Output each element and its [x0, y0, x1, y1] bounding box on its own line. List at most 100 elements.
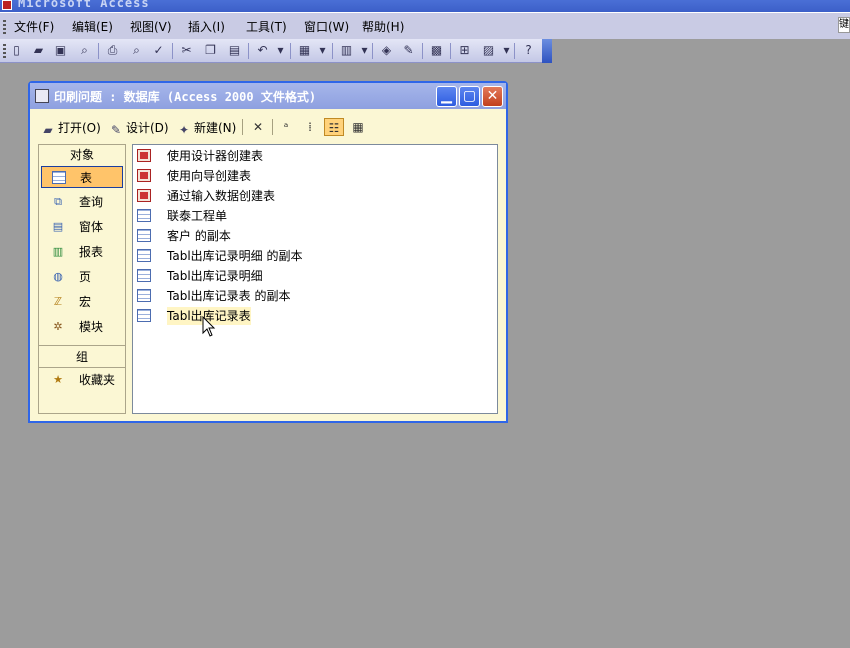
- spelling-icon[interactable]: ✓: [150, 42, 167, 59]
- object-tables[interactable]: 表: [41, 166, 123, 188]
- database-window-toolbar: ▰ 打开(O) ✎ 设计(D) ✦ 新建(N) ✕ ᵃ ⁞ ☷ ▦: [30, 109, 506, 143]
- ask-question-box[interactable]: 键: [838, 17, 850, 33]
- table-icon: [137, 229, 151, 242]
- object-list: 使用设计器创建表 使用向导创建表 通过输入数据创建表 联泰工程单 客户 的副本 …: [132, 144, 498, 414]
- pane-divider: [39, 345, 125, 346]
- close-button[interactable]: ✕: [482, 86, 503, 107]
- toolbar-separator: [372, 43, 373, 59]
- small-icons-icon[interactable]: ⁞: [300, 118, 320, 136]
- menu-bar: 文件(F) 编辑(E) 视图(V) 插入(I) 工具(T) 窗口(W) 帮助(H…: [0, 12, 850, 39]
- table-icon: [137, 289, 151, 302]
- object-modules[interactable]: ✲ 模块: [41, 316, 123, 338]
- new-object-icon[interactable]: ▨: [480, 42, 497, 59]
- copy-icon[interactable]: ❐: [202, 42, 219, 59]
- database-window: 印刷问题 : 数据库 (Access 2000 文件格式) ▁ ▢ ✕ ▰ 打开(…: [28, 81, 508, 423]
- toolbar-separator: [248, 43, 249, 59]
- print-preview-icon[interactable]: ⌕: [128, 42, 145, 59]
- open-folder-icon[interactable]: ▰: [30, 42, 47, 59]
- table-icon: [137, 209, 151, 222]
- groups-header[interactable]: 组: [39, 347, 125, 367]
- file-search-icon[interactable]: ⌕: [76, 42, 93, 59]
- details-view-icon[interactable]: ▦: [348, 118, 368, 136]
- menu-help[interactable]: 帮助(H): [360, 18, 406, 35]
- design-icon: ✎: [110, 123, 122, 137]
- toolbar-separator: [514, 43, 515, 59]
- code-icon[interactable]: ◈: [378, 42, 395, 59]
- toolbar-separator: [332, 43, 333, 59]
- app-title: Microsoft Access: [18, 0, 150, 10]
- list-view-icon[interactable]: ☷: [324, 118, 344, 136]
- analyze-icon[interactable]: ▥: [338, 42, 355, 59]
- object-forms[interactable]: ▤ 窗体: [41, 216, 123, 238]
- report-icon: ▥: [52, 245, 64, 258]
- print-icon[interactable]: ⎙: [104, 42, 121, 59]
- database-window-icon[interactable]: [35, 89, 49, 103]
- menu-insert[interactable]: 插入(I): [186, 18, 227, 35]
- new-object-dropdown-icon[interactable]: ▾: [498, 42, 515, 59]
- cut-icon[interactable]: ✂: [178, 42, 195, 59]
- toolbar-separator: [422, 43, 423, 59]
- menu-file[interactable]: 文件(F): [12, 18, 56, 35]
- toolbar-grip[interactable]: [3, 44, 6, 58]
- module-icon: ✲: [53, 320, 63, 333]
- design-button[interactable]: ✎ 设计(D): [108, 119, 169, 137]
- undo-icon[interactable]: ↶: [254, 42, 271, 59]
- objects-header[interactable]: 对象: [39, 145, 125, 165]
- properties-icon[interactable]: ▩: [428, 42, 445, 59]
- table-icon: [137, 309, 151, 322]
- toolbar-separator: [272, 119, 273, 135]
- script-editor-icon[interactable]: ✎: [400, 42, 417, 59]
- page-icon: ◍: [53, 270, 63, 283]
- analyze-dropdown-icon[interactable]: ▾: [356, 42, 373, 59]
- wizard-icon: [137, 169, 151, 182]
- toolbar-separator: [98, 43, 99, 59]
- save-icon[interactable]: ▣: [52, 42, 69, 59]
- object-queries[interactable]: ⧉ 查询: [41, 191, 123, 213]
- menu-tools[interactable]: 工具(T): [244, 18, 289, 35]
- object-macros[interactable]: ℤ 宏: [41, 291, 123, 313]
- open-button[interactable]: ▰ 打开(O): [40, 119, 100, 137]
- object-pages[interactable]: ◍ 页: [41, 266, 123, 288]
- new-icon: ✦: [178, 123, 190, 137]
- menu-edit[interactable]: 编辑(E): [70, 18, 115, 35]
- toolbar-options-icon[interactable]: [542, 39, 552, 63]
- office-links-dropdown-icon[interactable]: ▾: [314, 42, 331, 59]
- delete-icon[interactable]: ✕: [248, 118, 268, 136]
- maximize-button[interactable]: ▢: [459, 86, 480, 107]
- new-file-icon[interactable]: ▯: [8, 42, 25, 59]
- mouse-cursor-icon: [202, 316, 216, 337]
- macro-icon: ℤ: [53, 295, 63, 308]
- wizard-icon: [137, 189, 151, 202]
- query-icon: ⧉: [54, 195, 62, 208]
- toolbar-separator: [242, 119, 243, 135]
- objects-pane: 对象 表 ⧉ 查询 ▤ 窗体 ▥ 报表 ◍ 页 ℤ 宏 ✲ 模块 组 ★ 收藏夹: [38, 144, 126, 414]
- group-favorites[interactable]: ★ 收藏夹: [41, 369, 123, 391]
- open-icon: ▰: [43, 123, 53, 137]
- standard-toolbar: ▯ ▰ ▣ ⌕ ⎙ ⌕ ✓ ✂ ❐ ▤ ↶ ▾ ▦ ▾ ▥ ▾ ◈ ✎ ▩ ⊞ …: [0, 39, 552, 63]
- menu-bar-grip[interactable]: [3, 20, 6, 34]
- database-window-title: 印刷问题 : 数据库 (Access 2000 文件格式): [54, 90, 317, 104]
- table-icon: [52, 171, 66, 184]
- office-links-icon[interactable]: ▦: [296, 42, 313, 59]
- object-reports[interactable]: ▥ 报表: [41, 241, 123, 263]
- menu-view[interactable]: 视图(V): [128, 18, 174, 35]
- table-icon: [137, 249, 151, 262]
- paste-icon[interactable]: ▤: [226, 42, 243, 59]
- minimize-button[interactable]: ▁: [436, 86, 457, 107]
- help-icon[interactable]: ?: [520, 42, 537, 59]
- large-icons-icon[interactable]: ᵃ: [276, 118, 296, 136]
- relationships-icon[interactable]: ⊞: [456, 42, 473, 59]
- toolbar-separator: [172, 43, 173, 59]
- database-window-title-bar[interactable]: 印刷问题 : 数据库 (Access 2000 文件格式) ▁ ▢ ✕: [30, 83, 506, 109]
- access-app-icon: [2, 0, 12, 10]
- favorites-folder-icon: ★: [53, 373, 63, 386]
- pane-divider: [39, 367, 125, 368]
- wizard-icon: [137, 149, 151, 162]
- menu-window[interactable]: 窗口(W): [302, 18, 351, 35]
- form-icon: ▤: [52, 220, 64, 233]
- toolbar-separator: [290, 43, 291, 59]
- new-button[interactable]: ✦ 新建(N): [176, 119, 236, 137]
- undo-dropdown-icon[interactable]: ▾: [272, 42, 289, 59]
- toolbar-separator: [450, 43, 451, 59]
- app-title-bar: Microsoft Access: [0, 0, 850, 12]
